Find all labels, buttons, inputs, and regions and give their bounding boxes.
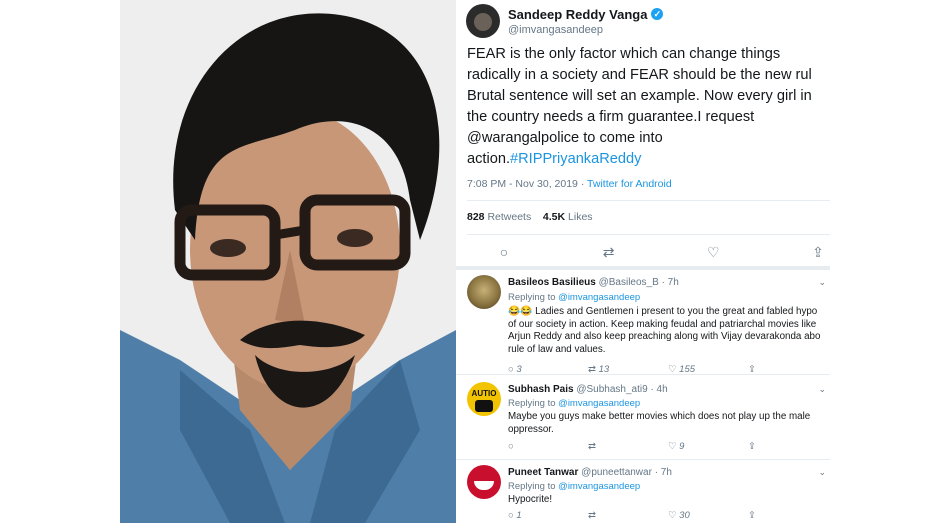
- section-divider: [456, 266, 830, 270]
- reply-reply-icon[interactable]: ○: [508, 441, 588, 452]
- chevron-down-icon[interactable]: ⌄: [818, 384, 826, 395]
- reply-retweet-icon[interactable]: ⇄: [588, 441, 668, 452]
- reply-like-icon[interactable]: ♡ 9: [668, 441, 748, 452]
- tweet-actions: ○ ⇄ ♡ ⇪: [496, 244, 826, 260]
- like-count[interactable]: 4.5K: [543, 211, 565, 223]
- reply-text: 😂😂 Ladies and Gentlemen i present to you…: [508, 306, 821, 355]
- reply-item: AUTIO Subhash Pais @Subhash_ati9 · 4h Re…: [456, 382, 830, 462]
- like-icon[interactable]: ♡: [705, 244, 721, 260]
- reply-item: Puneet Tanwar @puneettanwar · 7h Replyin…: [456, 465, 830, 523]
- divider: [467, 200, 830, 201]
- retweet-icon[interactable]: ⇄: [601, 244, 617, 260]
- divider: [456, 459, 830, 460]
- reply-retweet-icon[interactable]: ⇄: [588, 510, 668, 521]
- reply-author-handle[interactable]: @Subhash_ati9 · 4h: [576, 384, 667, 395]
- author-display-name[interactable]: Sandeep Reddy Vanga: [508, 7, 647, 22]
- tweet-source-link[interactable]: Twitter for Android: [587, 178, 672, 190]
- tweet-text: FEAR is the only factor which can change…: [467, 46, 812, 167]
- reply-author-name[interactable]: Puneet Tanwar: [508, 467, 578, 478]
- reply-author-handle[interactable]: @puneettanwar · 7h: [581, 467, 672, 478]
- reply-share-icon[interactable]: ⇪: [748, 510, 828, 521]
- likes-label[interactable]: Likes: [568, 211, 593, 223]
- reply-text: Maybe you guys make better movies which …: [508, 411, 811, 435]
- chevron-down-icon[interactable]: ⌄: [818, 467, 826, 478]
- reply-author-name[interactable]: Subhash Pais: [508, 384, 574, 395]
- left-margin: [0, 0, 120, 523]
- reply-avatar[interactable]: [467, 275, 501, 309]
- verified-badge-icon: ✓: [651, 8, 664, 20]
- reply-avatar[interactable]: [467, 465, 501, 499]
- right-margin: [830, 0, 950, 523]
- reply-text: Hypocrite!: [508, 494, 553, 505]
- tweet-meta: 7:08 PM - Nov 30, 2019 · Twitter for And…: [467, 178, 672, 190]
- reply-share-icon[interactable]: ⇪: [748, 441, 828, 452]
- replying-to-link[interactable]: @imvangasandeep: [558, 398, 640, 409]
- retweet-count[interactable]: 828: [467, 211, 485, 223]
- reply-like-icon[interactable]: ♡ 30: [668, 510, 748, 521]
- hashtag-link[interactable]: #RIPPriyankaReddy: [510, 151, 641, 167]
- reply-icon[interactable]: ○: [496, 244, 512, 260]
- divider: [467, 234, 830, 235]
- reply-author-handle[interactable]: @Basileos_B · 7h: [599, 277, 679, 288]
- retweets-label[interactable]: Retweets: [487, 211, 531, 223]
- portrait-photo: [120, 0, 456, 523]
- chevron-down-icon[interactable]: ⌄: [818, 277, 826, 288]
- author-avatar[interactable]: [466, 4, 500, 38]
- replying-to-link[interactable]: @imvangasandeep: [558, 292, 640, 303]
- author-handle[interactable]: @imvangasandeep: [508, 24, 663, 36]
- share-icon[interactable]: ⇪: [810, 244, 826, 260]
- tweet-header: Sandeep Reddy Vanga ✓ @imvangasandeep: [466, 4, 664, 38]
- reply-avatar[interactable]: AUTIO: [467, 382, 501, 416]
- tweet-panel: Sandeep Reddy Vanga ✓ @imvangasandeep FE…: [456, 0, 830, 523]
- reply-author-name[interactable]: Basileos Basilieus: [508, 277, 596, 288]
- reply-actions: ○ ⇄ ♡ 9 ⇪: [508, 441, 828, 452]
- reply-reply-icon[interactable]: ○ 1: [508, 510, 588, 521]
- reply-item: Basileos Basilieus @Basileos_B · 7h Repl…: [456, 275, 830, 379]
- tweet-timestamp[interactable]: 7:08 PM - Nov 30, 2019 ·: [467, 178, 584, 190]
- tweet-stats: 828 Retweets 4.5K Likes: [467, 211, 593, 223]
- divider: [456, 374, 830, 375]
- replying-to-link[interactable]: @imvangasandeep: [558, 481, 640, 492]
- reply-actions: ○ 1 ⇄ ♡ 30 ⇪: [508, 510, 828, 521]
